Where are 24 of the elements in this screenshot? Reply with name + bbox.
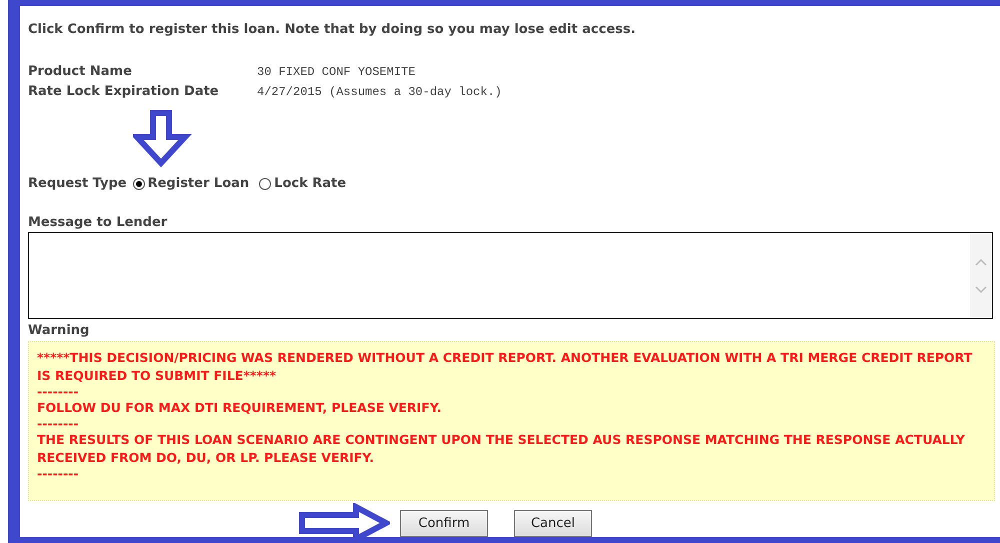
field-label: Warning [28,323,90,338]
field-value: 4/27/2015 (Assumes a 30-day lock.) [257,85,502,99]
warning-text: FOLLOW DU FOR MAX DTI REQUIREMENT, PLEASE VERIFY. [37,399,442,417]
field-label: Request Type [28,176,127,191]
field-label: Product Name [28,64,133,79]
warning-text: *****THIS DECISION/PRICING WAS RENDERED WITHOUT A CREDIT REPORT. ANOTHER EVALUATION WITH A TRI MERGE CREDIT REPORT IS REQUIRED TO SUBMIT FILE***** [37,349,974,385]
instruction-text: Click Confirm to register this loan. Note that by doing so you may lose edit access. [28,22,637,39]
scroll-up-icon[interactable] [975,258,987,266]
separator-text: -------- [37,467,80,481]
scrollbar[interactable] [970,233,992,318]
warning-text: THE RESULTS OF THIS LOAN SCENARIO ARE CONTINGENT UPON THE SELECTED AUS RESPONSE MATCHING THE RESPONSE ACTUALLY RECEIVED FROM DO, DU, OR LP. PLEASE VERIFY. [37,431,966,467]
field-label: Rate Lock Expiration Date [28,84,220,99]
message-input-field[interactable] [28,232,993,319]
field-label: Message to Lender [28,215,168,230]
field-value: 30 FIXED CONF YOSEMITE [257,65,416,79]
scroll-down-icon[interactable] [975,286,987,294]
separator-text: -------- [37,385,80,399]
radio-option[interactable]: Register Loan [132,176,250,191]
separator-text: -------- [37,417,80,431]
dialog-button[interactable]: Cancel [514,510,592,536]
dialog-button[interactable]: Confirm [400,510,488,536]
down-arrow-icon [133,109,193,169]
radio-option[interactable]: Lock Rate [259,176,346,191]
right-arrow-icon [298,503,390,537]
